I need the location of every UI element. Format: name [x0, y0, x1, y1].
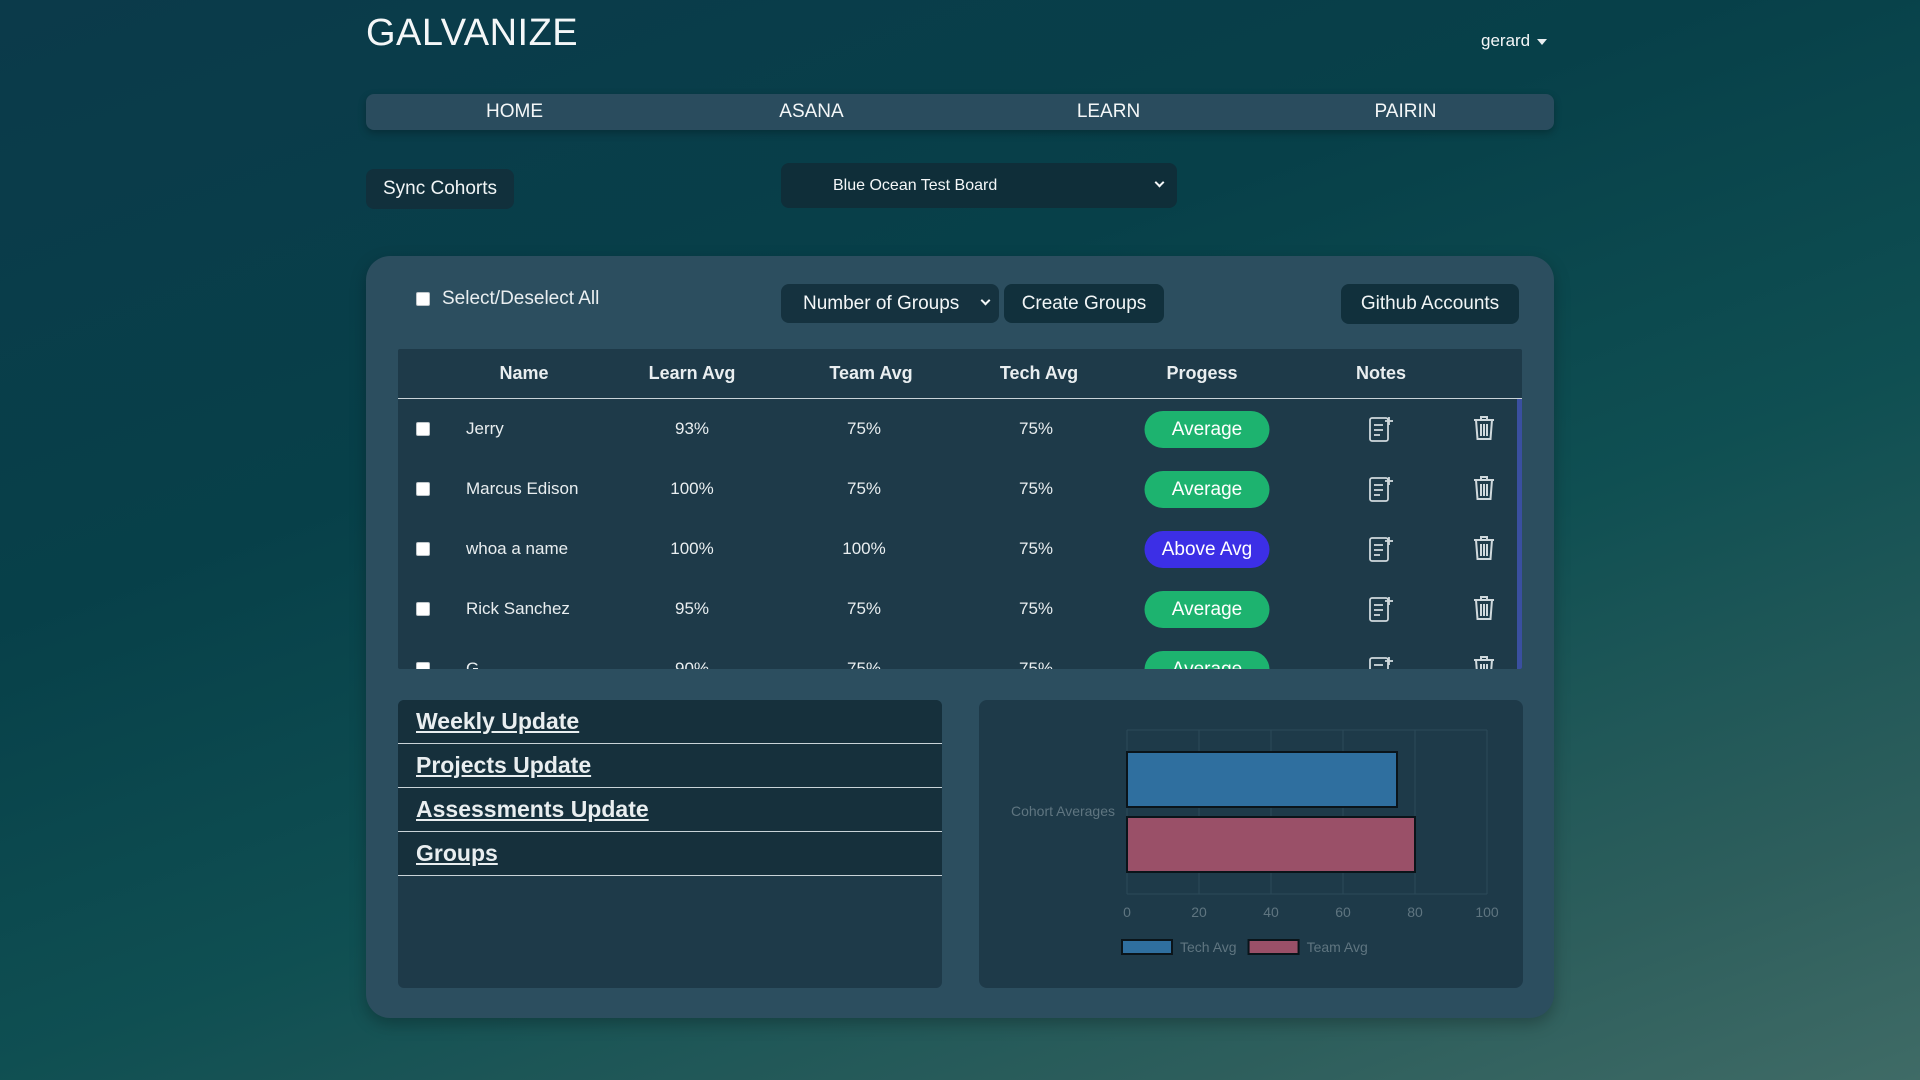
chevron-down-icon: [980, 295, 991, 306]
projects-update-link[interactable]: Projects Update: [398, 744, 942, 788]
chart-svg: Cohort Averages 0 20 40 60 80 100 Tech Avg Team …: [1011, 729, 1499, 955]
bar-tech-avg: [1126, 751, 1398, 808]
github-accounts-button[interactable]: Github Accounts: [1341, 284, 1519, 324]
trash-icon[interactable]: [1473, 475, 1495, 506]
cohort-panel: Select/Deselect All Number of Groups Cre…: [366, 256, 1554, 1018]
progress-badge[interactable]: Average: [1144, 411, 1270, 448]
table-row: whoa a name 100% 100% 75% Above Avg: [398, 519, 1516, 579]
table-row: Marcus Edison 100% 75% 75% Average: [398, 459, 1516, 519]
select-all[interactable]: Select/Deselect All: [416, 288, 599, 310]
table-header: Name Learn Avg Team Avg Tech Avg Progess…: [398, 349, 1522, 399]
nav-asana[interactable]: ASANA: [663, 94, 960, 130]
learn-avg: 100%: [670, 479, 714, 498]
col-tech-avg: Tech Avg: [999, 363, 1079, 383]
main-nav: HOME ASANA LEARN PAIRIN: [366, 94, 1554, 130]
legend-swatch: [1121, 939, 1173, 955]
user-menu[interactable]: gerard: [1481, 31, 1548, 51]
x-tick-label: 100: [1475, 904, 1499, 920]
board-select-value: Blue Ocean Test Board: [833, 176, 998, 194]
student-name: Marcus Edison: [466, 479, 579, 498]
col-name: Name: [499, 363, 549, 383]
table-scrollbar[interactable]: [1517, 399, 1522, 669]
x-tick-label: 40: [1263, 904, 1279, 920]
row-checkbox[interactable]: [416, 602, 430, 616]
updates-list: Weekly Update Projects Update Assessment…: [398, 700, 942, 988]
weekly-update-link[interactable]: Weekly Update: [398, 700, 942, 744]
y-category-label: Cohort Averages: [1011, 803, 1115, 819]
add-note-icon[interactable]: [1368, 655, 1394, 669]
table-row: Rick Sanchez 95% 75% 75% Average: [398, 579, 1516, 639]
board-select[interactable]: Blue Ocean Test Board: [781, 163, 1177, 208]
students-table: Name Learn Avg Team Avg Tech Avg Progess…: [398, 349, 1522, 669]
col-team-avg: Team Avg: [829, 363, 913, 383]
x-tick-label: 60: [1335, 904, 1351, 920]
student-name: Jerry: [466, 419, 504, 438]
create-groups-button[interactable]: Create Groups: [1004, 284, 1164, 323]
nav-home[interactable]: HOME: [366, 94, 663, 130]
cohort-averages-chart: Cohort Averages 0 20 40 60 80 100 Tech Avg Team …: [979, 700, 1523, 988]
trash-icon[interactable]: [1473, 415, 1495, 446]
row-checkbox[interactable]: [416, 662, 430, 669]
chevron-down-icon: [1154, 177, 1165, 188]
student-name: G: [466, 659, 480, 669]
groups-select-label: Number of Groups: [803, 292, 960, 314]
user-name: gerard: [1481, 31, 1531, 50]
legend-swatch: [1247, 939, 1300, 955]
tech-avg: 75%: [1018, 659, 1054, 669]
col-notes: Notes: [1355, 363, 1407, 383]
team-avg: 75%: [846, 659, 882, 669]
brand-logo[interactable]: GALVANIZE: [366, 12, 578, 55]
student-name: Rick Sanchez: [466, 599, 570, 618]
student-name: whoa a name: [466, 539, 569, 558]
trash-icon[interactable]: [1473, 595, 1495, 626]
legend-label: Team Avg: [1307, 939, 1368, 955]
number-of-groups-select[interactable]: Number of Groups: [781, 284, 999, 323]
team-avg: 75%: [846, 479, 882, 498]
nav-learn[interactable]: LEARN: [960, 94, 1257, 130]
tech-avg: 75%: [1018, 539, 1054, 558]
team-avg: 75%: [846, 419, 882, 438]
learn-avg: 90%: [674, 659, 710, 669]
progress-badge[interactable]: Average: [1144, 651, 1270, 669]
x-tick-label: 80: [1407, 904, 1423, 920]
progress-badge[interactable]: Average: [1144, 471, 1270, 508]
table-body[interactable]: Jerry 93% 75% 75% Average Marcus Edison 100% 75…: [398, 399, 1522, 669]
tech-avg: 75%: [1018, 419, 1054, 438]
learn-avg: 93%: [674, 419, 710, 438]
trash-icon[interactable]: [1473, 655, 1495, 669]
add-note-icon[interactable]: [1368, 535, 1394, 568]
groups-link[interactable]: Groups: [398, 832, 942, 876]
col-progress: Progess: [1166, 363, 1238, 383]
row-checkbox[interactable]: [416, 482, 430, 496]
progress-badge[interactable]: Above Avg: [1144, 531, 1270, 568]
x-tick-label: 0: [1123, 904, 1131, 920]
team-avg: 100%: [842, 539, 886, 558]
select-all-checkbox[interactable]: [416, 292, 430, 306]
trash-icon[interactable]: [1473, 535, 1495, 566]
assessments-update-link[interactable]: Assessments Update: [398, 788, 942, 832]
add-note-icon[interactable]: [1368, 475, 1394, 508]
table-row: Jerry 93% 75% 75% Average: [398, 399, 1516, 459]
row-checkbox[interactable]: [416, 542, 430, 556]
legend-label: Tech Avg: [1180, 939, 1237, 955]
col-learn-avg: Learn Avg: [648, 363, 736, 383]
row-checkbox[interactable]: [416, 422, 430, 436]
table-row: G 90% 75% 75% Average: [398, 639, 1516, 669]
learn-avg: 95%: [674, 599, 710, 618]
team-avg: 75%: [846, 599, 882, 618]
add-note-icon[interactable]: [1368, 595, 1394, 628]
nav-pairin[interactable]: PAIRIN: [1257, 94, 1554, 130]
bar-team-avg: [1126, 816, 1416, 873]
x-tick-label: 20: [1191, 904, 1207, 920]
sync-cohorts-button[interactable]: Sync Cohorts: [366, 169, 514, 209]
learn-avg: 100%: [670, 539, 714, 558]
select-all-label: Select/Deselect All: [442, 288, 600, 309]
tech-avg: 75%: [1018, 599, 1054, 618]
caret-down-icon: [1537, 38, 1548, 45]
add-note-icon[interactable]: [1368, 415, 1394, 448]
progress-badge[interactable]: Average: [1144, 591, 1270, 628]
tech-avg: 75%: [1018, 479, 1054, 498]
